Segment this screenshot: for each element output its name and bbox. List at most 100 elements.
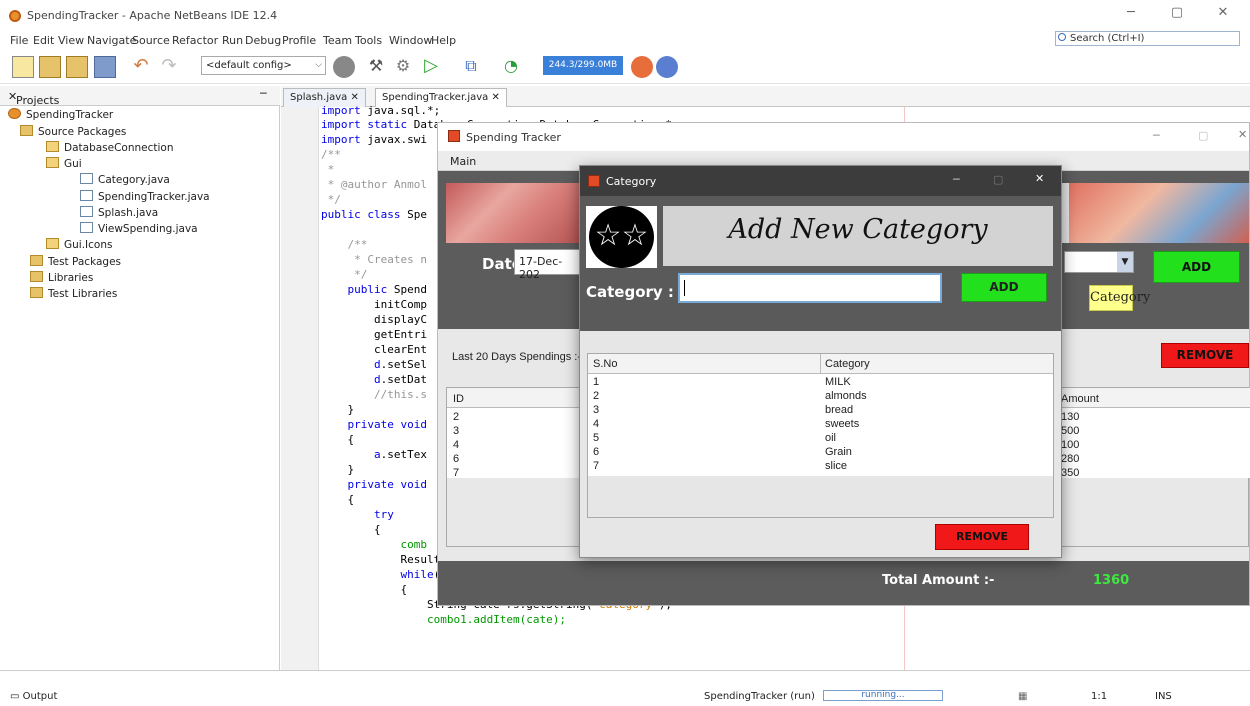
- table-row[interactable]: 7 slice: [588, 459, 1053, 473]
- progress-bar[interactable]: running...: [823, 690, 943, 701]
- globe-icon[interactable]: [333, 56, 355, 78]
- clean-build-icon[interactable]: ⚙: [392, 56, 414, 78]
- table-row[interactable]: 5 oil: [588, 431, 1053, 445]
- code-line[interactable]: *: [321, 163, 335, 176]
- menu-help[interactable]: Help: [431, 34, 456, 47]
- category-button[interactable]: Category: [1089, 285, 1150, 311]
- category-combo[interactable]: ▼: [1064, 251, 1134, 273]
- build-icon[interactable]: ⚒: [365, 56, 387, 78]
- code-line[interactable]: try: [321, 508, 394, 521]
- code-line[interactable]: {: [321, 433, 354, 446]
- table-row[interactable]: 4 sweets: [588, 417, 1053, 431]
- code-line[interactable]: initComp: [321, 298, 427, 311]
- close-button[interactable]: ✕: [1200, 5, 1246, 25]
- menu-view[interactable]: View: [58, 34, 84, 47]
- add-spending-button[interactable]: ADD: [1153, 251, 1240, 283]
- code-line[interactable]: private void: [321, 418, 427, 431]
- column-sno[interactable]: S.No: [593, 358, 617, 370]
- new-project-icon[interactable]: [39, 56, 61, 78]
- code-line[interactable]: public Spend: [321, 283, 428, 296]
- code-line[interactable]: {: [321, 493, 354, 506]
- table-row[interactable]: 2 almonds: [588, 389, 1053, 403]
- code-line[interactable]: //this.s: [321, 388, 427, 401]
- code-line[interactable]: comb: [321, 538, 427, 551]
- config-select[interactable]: <default config> ⌵: [201, 56, 326, 75]
- tree-item-splash-java[interactable]: Splash.java: [80, 206, 158, 219]
- remove-spending-button[interactable]: REMOVE: [1161, 343, 1249, 368]
- menu-edit[interactable]: Edit: [33, 34, 54, 47]
- minimize-button[interactable]: ─: [1153, 129, 1160, 142]
- table-row[interactable]: 3 bread: [588, 403, 1053, 417]
- code-line[interactable]: getEntri: [321, 328, 427, 341]
- projects-tab[interactable]: Projects ✕: [8, 90, 59, 107]
- maximize-button[interactable]: ▢: [1154, 5, 1200, 25]
- notifications-icon[interactable]: ▦: [1018, 691, 1027, 702]
- remove-category-button[interactable]: REMOVE: [935, 524, 1029, 550]
- output-tab[interactable]: ▭ Output: [10, 691, 57, 702]
- menu-file[interactable]: File: [10, 34, 28, 47]
- menu-profile[interactable]: Profile: [282, 34, 316, 47]
- menu-run[interactable]: Run: [222, 34, 243, 47]
- tree-item-source-packages[interactable]: Source Packages: [20, 125, 126, 138]
- code-line[interactable]: {: [321, 523, 381, 536]
- maximize-button[interactable]: ▢: [993, 173, 1003, 186]
- code-line[interactable]: import java.sql.*;: [321, 104, 440, 117]
- menu-source[interactable]: Source: [132, 34, 170, 47]
- menu-refactor[interactable]: Refactor: [172, 34, 218, 47]
- code-line[interactable]: d.setDat: [321, 373, 427, 386]
- tree-item-category-java[interactable]: Category.java: [80, 173, 170, 186]
- tree-item-spendingtracker-java[interactable]: SpendingTracker.java: [80, 190, 210, 203]
- code-line[interactable]: displayC: [321, 313, 427, 326]
- menu-window[interactable]: Window: [389, 34, 432, 47]
- tree-item-gui-icons[interactable]: Gui.Icons: [46, 238, 112, 251]
- code-line[interactable]: a.setTex: [321, 448, 427, 461]
- add-category-button[interactable]: ADD: [961, 273, 1047, 302]
- maximize-button[interactable]: ▢: [1198, 129, 1208, 142]
- tree-item-databaseconnection[interactable]: DatabaseConnection: [46, 141, 174, 154]
- close-button[interactable]: ✕: [1238, 128, 1247, 141]
- menu-main[interactable]: Main: [450, 155, 476, 168]
- undo-icon[interactable]: ↶: [130, 56, 152, 78]
- redo-icon[interactable]: ↷: [158, 56, 180, 78]
- minimize-button[interactable]: ─: [1108, 5, 1154, 25]
- column-category[interactable]: Category: [825, 358, 870, 370]
- memory-indicator[interactable]: 244.3/299.0MB: [543, 56, 623, 75]
- code-line[interactable]: combo1.addItem(cate);: [321, 613, 566, 626]
- tree-item-spendingtracker[interactable]: SpendingTracker: [8, 108, 113, 121]
- tree-item-test-packages[interactable]: Test Packages: [30, 255, 121, 268]
- code-line[interactable]: */: [321, 268, 367, 281]
- code-line[interactable]: */: [321, 193, 341, 206]
- minimize-panel-icon[interactable]: ─: [260, 87, 267, 100]
- code-line[interactable]: }: [321, 463, 354, 476]
- code-line[interactable]: /**: [321, 148, 341, 161]
- code-line[interactable]: {: [321, 583, 407, 596]
- minimize-button[interactable]: ─: [953, 173, 960, 186]
- search-input[interactable]: Search (Ctrl+I): [1055, 31, 1240, 46]
- new-file-icon[interactable]: [12, 56, 34, 78]
- close-button[interactable]: ✕: [1035, 172, 1044, 185]
- code-line[interactable]: import javax.swi: [321, 133, 427, 146]
- code-line[interactable]: private void: [321, 478, 427, 491]
- open-project-icon[interactable]: [66, 56, 88, 78]
- menu-navigate[interactable]: Navigate: [87, 34, 136, 47]
- run-icon[interactable]: ▷: [420, 56, 442, 78]
- date-field[interactable]: 17-Dec-202: [514, 249, 584, 281]
- table-row[interactable]: 6 Grain: [588, 445, 1053, 459]
- code-line[interactable]: * Creates n: [321, 253, 427, 266]
- save-all-icon[interactable]: [94, 56, 116, 78]
- menu-tools[interactable]: Tools: [355, 34, 382, 47]
- category-table[interactable]: S.No Category 1 MILK 2 almonds 3 bread 4 swe…: [587, 353, 1054, 518]
- menu-team[interactable]: Team: [323, 34, 352, 47]
- tree-item-viewspending-java[interactable]: ViewSpending.java: [80, 222, 198, 235]
- tree-item-test-libraries[interactable]: Test Libraries: [30, 287, 117, 300]
- code-line[interactable]: }: [321, 403, 354, 416]
- code-line[interactable]: /**: [321, 238, 367, 251]
- code-line[interactable]: d.setSel: [321, 358, 427, 371]
- gc-icon[interactable]: [631, 56, 653, 78]
- code-line[interactable]: clearEnt: [321, 343, 427, 356]
- tree-item-libraries[interactable]: Libraries: [30, 271, 93, 284]
- profiler-snapshot-icon[interactable]: [656, 56, 678, 78]
- debug-icon[interactable]: ⧉: [460, 56, 482, 78]
- tree-item-gui[interactable]: Gui: [46, 157, 82, 170]
- run-status[interactable]: SpendingTracker (run): [704, 691, 815, 702]
